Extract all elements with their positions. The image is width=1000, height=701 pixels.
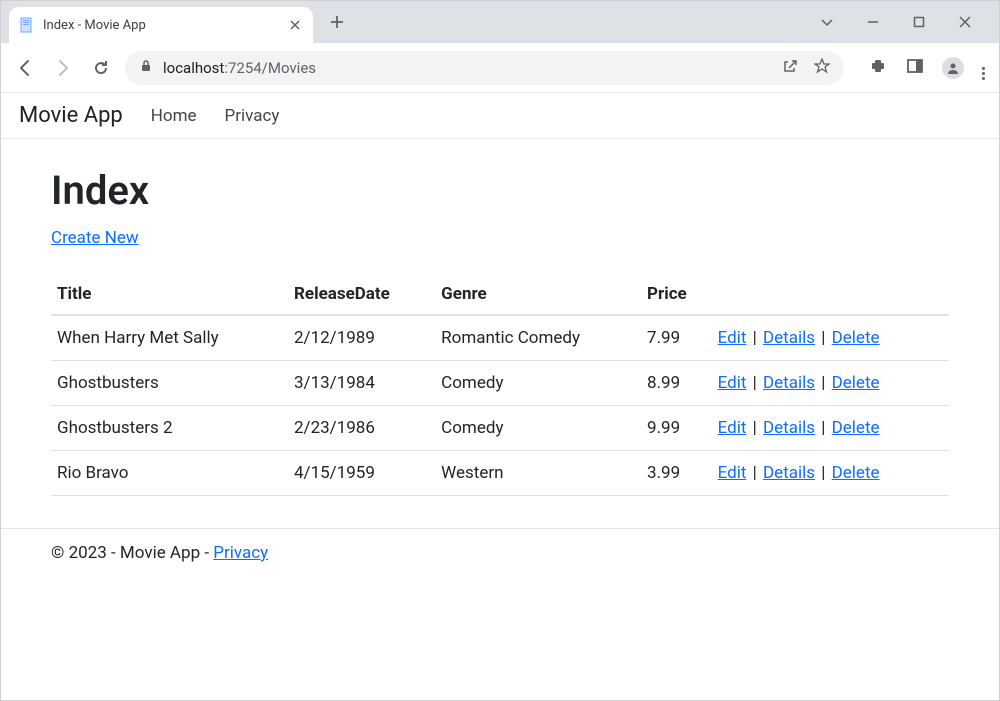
star-icon[interactable] <box>814 58 830 78</box>
cell-title: Ghostbusters 2 <box>51 406 288 451</box>
tab-title: Index - Movie App <box>43 18 279 33</box>
cell-genre: Comedy <box>435 406 641 451</box>
delete-link[interactable]: Delete <box>832 328 880 348</box>
table-row: Rio Bravo4/15/1959Western3.99Edit | Deta… <box>51 451 949 496</box>
table-row: Ghostbusters 22/23/1986Comedy9.99Edit | … <box>51 406 949 451</box>
cell-release_date: 2/23/1986 <box>288 406 435 451</box>
cell-actions: Edit | Details | Delete <box>712 361 949 406</box>
favicon-icon <box>19 17 35 33</box>
brand[interactable]: Movie App <box>19 103 123 128</box>
action-separator: | <box>746 418 763 438</box>
action-separator: | <box>815 463 832 483</box>
cell-title: Ghostbusters <box>51 361 288 406</box>
window-controls <box>817 12 999 32</box>
browser-tabs-bar: Index - Movie App <box>1 1 999 43</box>
cell-genre: Romantic Comedy <box>435 315 641 361</box>
cell-release_date: 2/12/1989 <box>288 315 435 361</box>
details-link[interactable]: Details <box>763 418 815 438</box>
delete-link[interactable]: Delete <box>832 373 880 393</box>
movies-table: Title ReleaseDate Genre Price When Harry… <box>51 274 949 496</box>
cell-release_date: 3/13/1984 <box>288 361 435 406</box>
cell-price: 7.99 <box>641 315 712 361</box>
reload-icon[interactable] <box>91 58 111 78</box>
action-separator: | <box>815 328 832 348</box>
action-separator: | <box>815 373 832 393</box>
url-host: localhost <box>163 59 224 77</box>
url-path: :7254/Movies <box>224 59 316 77</box>
details-link[interactable]: Details <box>763 463 815 483</box>
edit-link[interactable]: Edit <box>718 373 747 393</box>
th-title: Title <box>51 274 288 315</box>
window-chevron-icon[interactable] <box>817 12 837 32</box>
browser-toolbar: localhost:7254/Movies <box>1 43 999 93</box>
cell-actions: Edit | Details | Delete <box>712 315 949 361</box>
cell-title: Rio Bravo <box>51 451 288 496</box>
cell-price: 9.99 <box>641 406 712 451</box>
browser-tab[interactable]: Index - Movie App <box>9 7 313 43</box>
cell-price: 3.99 <box>641 451 712 496</box>
footer-privacy-link[interactable]: Privacy <box>213 543 268 563</box>
nav-privacy[interactable]: Privacy <box>225 106 280 126</box>
table-header-row: Title ReleaseDate Genre Price <box>51 274 949 315</box>
th-price: Price <box>641 274 712 315</box>
footer: © 2023 - Movie App - Privacy <box>1 528 999 577</box>
url-text: localhost:7254/Movies <box>163 59 316 77</box>
browser-menu-icon[interactable] <box>982 55 985 80</box>
forward-icon[interactable] <box>53 58 73 78</box>
table-row: When Harry Met Sally2/12/1989Romantic Co… <box>51 315 949 361</box>
profile-avatar-icon[interactable] <box>942 57 964 79</box>
delete-link[interactable]: Delete <box>832 418 880 438</box>
tab-close-icon[interactable] <box>287 17 303 33</box>
cell-genre: Comedy <box>435 361 641 406</box>
th-genre: Genre <box>435 274 641 315</box>
cell-genre: Western <box>435 451 641 496</box>
address-bar[interactable]: localhost:7254/Movies <box>125 51 844 85</box>
th-actions <box>712 274 949 315</box>
share-icon[interactable] <box>782 58 798 78</box>
cell-title: When Harry Met Sally <box>51 315 288 361</box>
cell-release_date: 4/15/1959 <box>288 451 435 496</box>
delete-link[interactable]: Delete <box>832 463 880 483</box>
footer-copyright: © 2023 - Movie App - <box>51 543 213 563</box>
details-link[interactable]: Details <box>763 373 815 393</box>
lock-icon <box>139 58 153 77</box>
back-icon[interactable] <box>15 58 35 78</box>
edit-link[interactable]: Edit <box>718 418 747 438</box>
edit-link[interactable]: Edit <box>718 463 747 483</box>
app-content: Movie App Home Privacy Index Create New … <box>1 93 999 577</box>
window-close-icon[interactable] <box>955 12 975 32</box>
create-new-link[interactable]: Create New <box>51 228 139 248</box>
window-minimize-icon[interactable] <box>863 12 883 32</box>
navbar: Movie App Home Privacy <box>1 93 999 139</box>
action-separator: | <box>746 328 763 348</box>
action-separator: | <box>746 373 763 393</box>
side-panel-icon[interactable] <box>906 57 924 79</box>
action-separator: | <box>746 463 763 483</box>
cell-actions: Edit | Details | Delete <box>712 406 949 451</box>
cell-actions: Edit | Details | Delete <box>712 451 949 496</box>
action-separator: | <box>815 418 832 438</box>
nav-home[interactable]: Home <box>151 106 197 126</box>
edit-link[interactable]: Edit <box>718 328 747 348</box>
new-tab-button[interactable] <box>323 8 351 36</box>
extensions-icon[interactable] <box>870 57 888 79</box>
cell-price: 8.99 <box>641 361 712 406</box>
details-link[interactable]: Details <box>763 328 815 348</box>
table-row: Ghostbusters3/13/1984Comedy8.99Edit | De… <box>51 361 949 406</box>
th-release-date: ReleaseDate <box>288 274 435 315</box>
main: Index Create New Title ReleaseDate Genre… <box>1 139 999 512</box>
window-maximize-icon[interactable] <box>909 12 929 32</box>
page-title: Index <box>51 167 949 214</box>
